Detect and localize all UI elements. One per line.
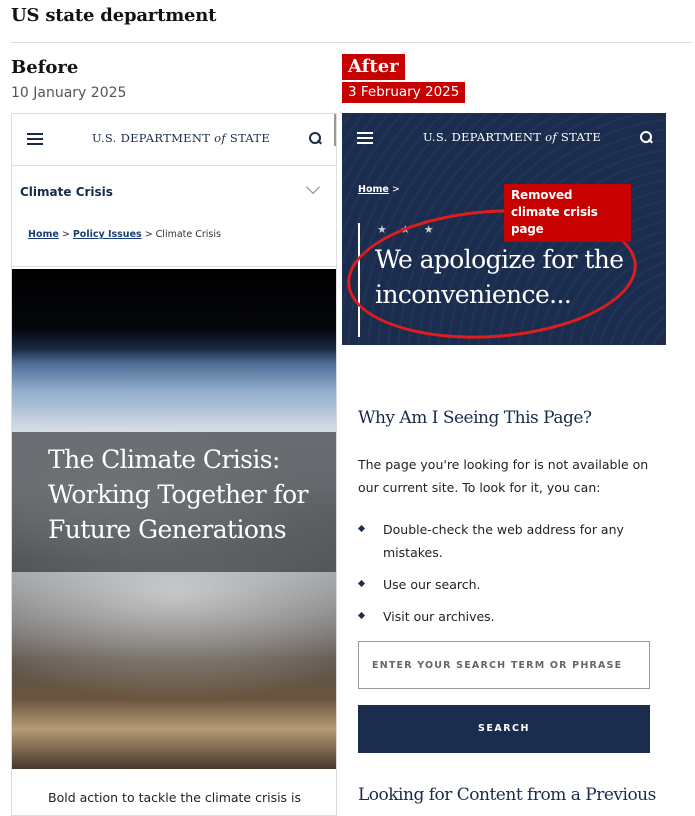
page-title: US state department bbox=[11, 5, 217, 26]
section-label: Climate Crisis bbox=[20, 185, 113, 199]
diamond-bullet-icon bbox=[357, 611, 366, 620]
why-heading: Why Am I Seeing This Page? bbox=[358, 408, 592, 428]
site-header: U.S. DEPARTMENT of STATE bbox=[12, 114, 336, 166]
hamburger-icon[interactable] bbox=[27, 133, 43, 145]
suggestion-list: Double-check the web address for any mis… bbox=[357, 518, 658, 637]
breadcrumb-home[interactable]: Home bbox=[28, 229, 59, 240]
site-logo[interactable]: U.S. DEPARTMENT of STATE bbox=[423, 130, 601, 144]
hero-title: The Climate Crisis: Working Together for… bbox=[48, 445, 308, 544]
breadcrumb: Home > Policy Issues > Climate Crisis bbox=[28, 229, 221, 240]
before-heading: Before bbox=[11, 57, 79, 78]
breadcrumb-home[interactable]: Home bbox=[358, 184, 389, 195]
section-menu[interactable]: Climate Crisis bbox=[12, 167, 336, 217]
scrollbar[interactable] bbox=[334, 114, 336, 146]
after-heading: After bbox=[342, 54, 405, 80]
previous-content-heading: Looking for Content from a Previous bbox=[358, 785, 656, 805]
site-logo[interactable]: U.S. DEPARTMENT of STATE bbox=[92, 131, 270, 145]
annotation-label: Removed climate crisis page bbox=[504, 184, 631, 242]
diamond-bullet-icon bbox=[357, 524, 366, 533]
title-divider bbox=[11, 42, 692, 43]
body-text: Bold action to tackle the climate crisis… bbox=[48, 790, 302, 805]
list-item: Visit our archives. bbox=[357, 605, 658, 628]
after-date: 3 February 2025 bbox=[342, 82, 466, 103]
search-input[interactable]: ENTER YOUR SEARCH TERM OR PHRASE bbox=[358, 641, 650, 689]
before-date: 10 January 2025 bbox=[11, 85, 127, 101]
after-screenshot: U.S. DEPARTMENT of STATE Home > ★ ★ ★ We… bbox=[342, 113, 666, 816]
explanation-paragraph: The page you're looking for is not avail… bbox=[358, 457, 649, 495]
hamburger-icon[interactable] bbox=[357, 132, 373, 144]
list-item: Double-check the web address for any mis… bbox=[357, 518, 658, 564]
breadcrumb: Home > bbox=[358, 184, 400, 195]
list-item: Use our search. bbox=[357, 573, 658, 596]
search-button[interactable]: SEARCH bbox=[358, 705, 650, 753]
breadcrumb-current: Climate Crisis bbox=[155, 229, 221, 240]
divider bbox=[12, 266, 336, 267]
diamond-bullet-icon bbox=[357, 579, 366, 588]
before-screenshot: U.S. DEPARTMENT of STATE Climate Crisis … bbox=[11, 113, 337, 816]
breadcrumb-policy-issues[interactable]: Policy Issues bbox=[73, 229, 142, 240]
search-icon[interactable] bbox=[309, 132, 322, 145]
search-icon[interactable] bbox=[640, 131, 653, 144]
error-hero: U.S. DEPARTMENT of STATE Home > ★ ★ ★ We… bbox=[342, 113, 666, 348]
